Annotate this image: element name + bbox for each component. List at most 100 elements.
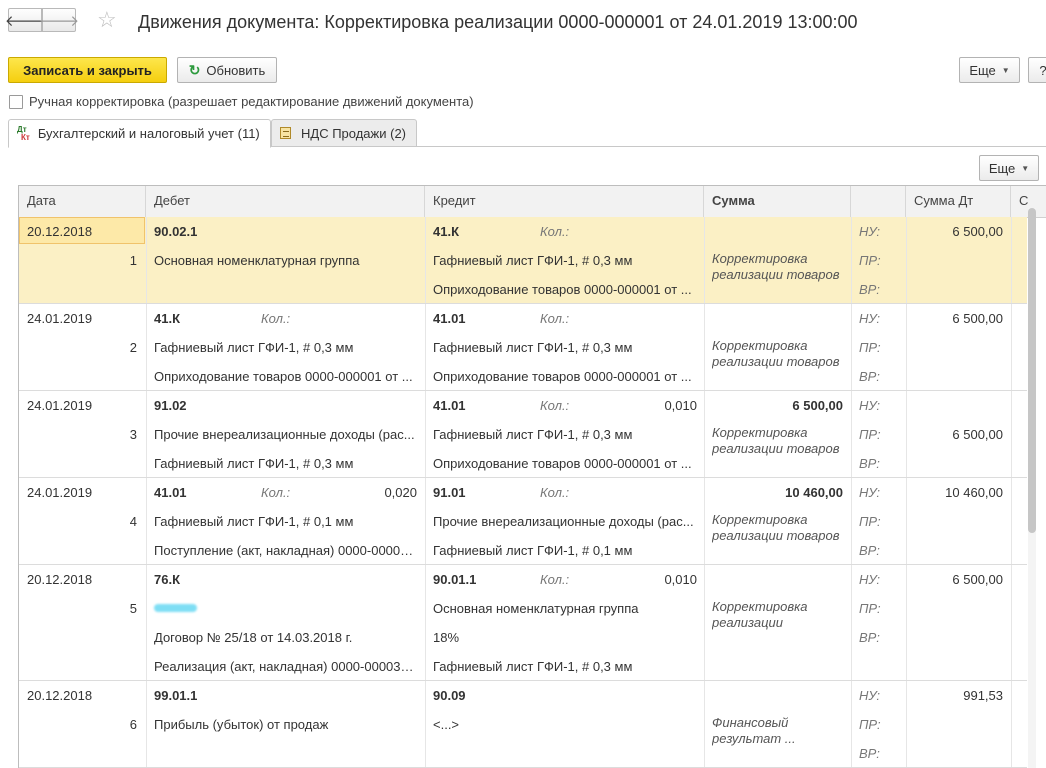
column-divider [1011, 217, 1012, 303]
cell-amount: 6 500,00 [792, 398, 843, 413]
table-row[interactable]: 20.12.2018 1 90.02.1 Основная номенклатурна… [19, 217, 1027, 304]
cell-date: 24.01.2019 [27, 311, 93, 326]
cell-tax-label-2: ВР: [859, 543, 880, 558]
back-button[interactable]: 🡐 [5, 8, 45, 32]
cell-debit-line-0: 90.02.1 [154, 224, 198, 239]
scrollbar-thumb[interactable] [1028, 208, 1036, 533]
cell-content: Корректировка реализации товаров [712, 338, 840, 369]
column-divider [906, 565, 907, 680]
help-button[interactable]: ? [1028, 57, 1046, 83]
cell-debit-line-3: Реализация (акт, накладная) 0000-000037.… [154, 659, 416, 674]
cell-credit-line-1: <...> [433, 717, 460, 732]
cell-content: Корректировка реализации [712, 599, 808, 630]
caret-down-icon: ▼ [1001, 65, 1010, 75]
column-divider [146, 304, 147, 390]
cell-credit-line-1: Прочие внереализационные доходы (рас... [433, 514, 694, 529]
manual-correction-checkbox[interactable] [9, 95, 23, 109]
grid-scrollbar[interactable] [1028, 208, 1036, 768]
table-row[interactable]: 24.01.2019 4 41.01 Гафниевый лист ГФИ-1, # … [19, 478, 1027, 565]
cell-row-number: 5 [129, 601, 137, 616]
cell-debit-line-1: Прибыль (убыток) от продаж [154, 717, 329, 732]
cell-amount: 10 460,00 [785, 485, 843, 500]
cell-tax-label-1: ПР: [859, 340, 881, 355]
column-divider [906, 681, 907, 767]
cell-debit-line-0: 76.К [154, 572, 181, 587]
table-row[interactable]: 20.12.2018 6 99.01.1 Прибыль (убыток) от пр… [19, 681, 1027, 768]
cell-tax-label-0: НУ: [859, 572, 881, 587]
tab-accounting-label: Бухгалтерский и налоговый учет (11) [37, 126, 260, 141]
cell-tax-label-0: НУ: [859, 688, 881, 703]
arrow-right-icon: 🡒 [38, 12, 80, 30]
column-header-debit[interactable]: Дебет [146, 186, 425, 217]
grid-more-button[interactable]: Еще ▼ [979, 155, 1039, 181]
column-divider [425, 478, 426, 564]
column-header-tax[interactable] [851, 186, 906, 217]
cell-credit-line-3: Гафниевый лист ГФИ-1, # 0,3 мм [433, 659, 633, 674]
refresh-button[interactable]: ↻ Обновить [177, 57, 277, 83]
table-row[interactable]: 20.12.2018 5 76.К Договор № 25/18 от 14.03.… [19, 565, 1027, 681]
forward-button[interactable]: 🡒 [38, 8, 80, 32]
column-divider [906, 391, 907, 477]
column-divider [1011, 681, 1012, 767]
save-and-close-label: Записать и закрыть [23, 62, 152, 78]
cell-credit-line-2: Оприходование товаров 0000-000001 от ... [433, 282, 692, 297]
cell-debit-line-0: 91.02 [154, 398, 187, 413]
grid-header: Дата Дебет Кредит Сумма Сумма Дт С [19, 186, 1046, 218]
column-header-date[interactable]: Дата [19, 186, 146, 217]
column-header-amount[interactable]: Сумма [704, 186, 851, 217]
column-divider [1011, 391, 1012, 477]
cell-sum-dt: 6 500,00 [952, 311, 1003, 326]
column-divider [146, 217, 147, 303]
more-label: Еще [969, 62, 996, 78]
cell-row-number: 3 [129, 427, 137, 442]
column-divider [851, 565, 852, 680]
column-divider [704, 217, 705, 303]
cell-debit-line-0: 41.01 [154, 485, 187, 500]
table-row[interactable]: 24.01.2019 3 91.02 Прочие внереализационные… [19, 391, 1027, 478]
column-header-credit[interactable]: Кредит [425, 186, 704, 217]
save-and-close-button[interactable]: Записать и закрыть [8, 57, 167, 83]
column-divider [851, 391, 852, 477]
refresh-label: Обновить [206, 62, 266, 78]
cell-credit-line-2: 18% [433, 630, 460, 645]
tab-accounting[interactable]: Дт Кт Бухгалтерский и налоговый учет (11) [8, 119, 271, 148]
column-divider [906, 304, 907, 390]
column-header-sum-dt[interactable]: Сумма Дт [906, 186, 1011, 217]
favorite-star-icon[interactable]: ☆ [97, 9, 117, 31]
cell-credit-qty-label: Кол.: [540, 311, 570, 326]
cell-debit-qty: 0,020 [384, 485, 417, 500]
cell-tax-label-0: НУ: [859, 311, 881, 326]
cell-debit-line-1: Гафниевый лист ГФИ-1, # 0,1 мм [154, 514, 354, 529]
column-divider [1011, 478, 1012, 564]
column-divider [704, 565, 705, 680]
more-actions-button[interactable]: Еще ▼ [959, 57, 1020, 83]
cell-sum-dt: 6 500,00 [952, 224, 1003, 239]
cell-tax-label-0: НУ: [859, 398, 881, 413]
cell-tax-label-0: НУ: [859, 224, 881, 239]
column-divider [704, 391, 705, 477]
cell-credit-qty-label: Кол.: [540, 224, 570, 239]
cell-debit-line-0: 41.К [154, 311, 181, 326]
cell-credit-line-1: Гафниевый лист ГФИ-1, # 0,3 мм [433, 427, 633, 442]
cell-tax-label-1: ПР: [859, 253, 881, 268]
column-divider [1011, 565, 1012, 680]
tab-vat-sales[interactable]: НДС Продажи (2) [271, 119, 417, 147]
cell-credit-line-1: Основная номенклатурная группа [433, 601, 639, 616]
cell-content: Корректировка реализации товаров [712, 251, 840, 282]
help-label: ? [1039, 62, 1046, 78]
cell-debit-line-1: Прочие внереализационные доходы (рас... [154, 427, 415, 442]
table-row[interactable]: 24.01.2019 2 41.К Гафниевый лист ГФИ-1, # 0… [19, 304, 1027, 391]
column-divider [704, 304, 705, 390]
tab-vat-sales-label: НДС Продажи (2) [301, 125, 406, 141]
column-divider [425, 217, 426, 303]
entries-grid[interactable]: Дата Дебет Кредит Сумма Сумма Дт С 20.12… [18, 185, 1046, 768]
column-divider [906, 478, 907, 564]
cell-date: 20.12.2018 [27, 688, 93, 703]
cell-sum-dt: 6 500,00 [952, 572, 1003, 587]
cell-credit-qty: 0,010 [664, 572, 697, 587]
dt-kt-icon: Дт Кт [17, 124, 30, 142]
cell-credit-qty-label: Кол.: [540, 485, 570, 500]
cell-tax-label-1: ПР: [859, 601, 881, 616]
vat-register-icon [280, 127, 292, 139]
column-divider [146, 565, 147, 680]
